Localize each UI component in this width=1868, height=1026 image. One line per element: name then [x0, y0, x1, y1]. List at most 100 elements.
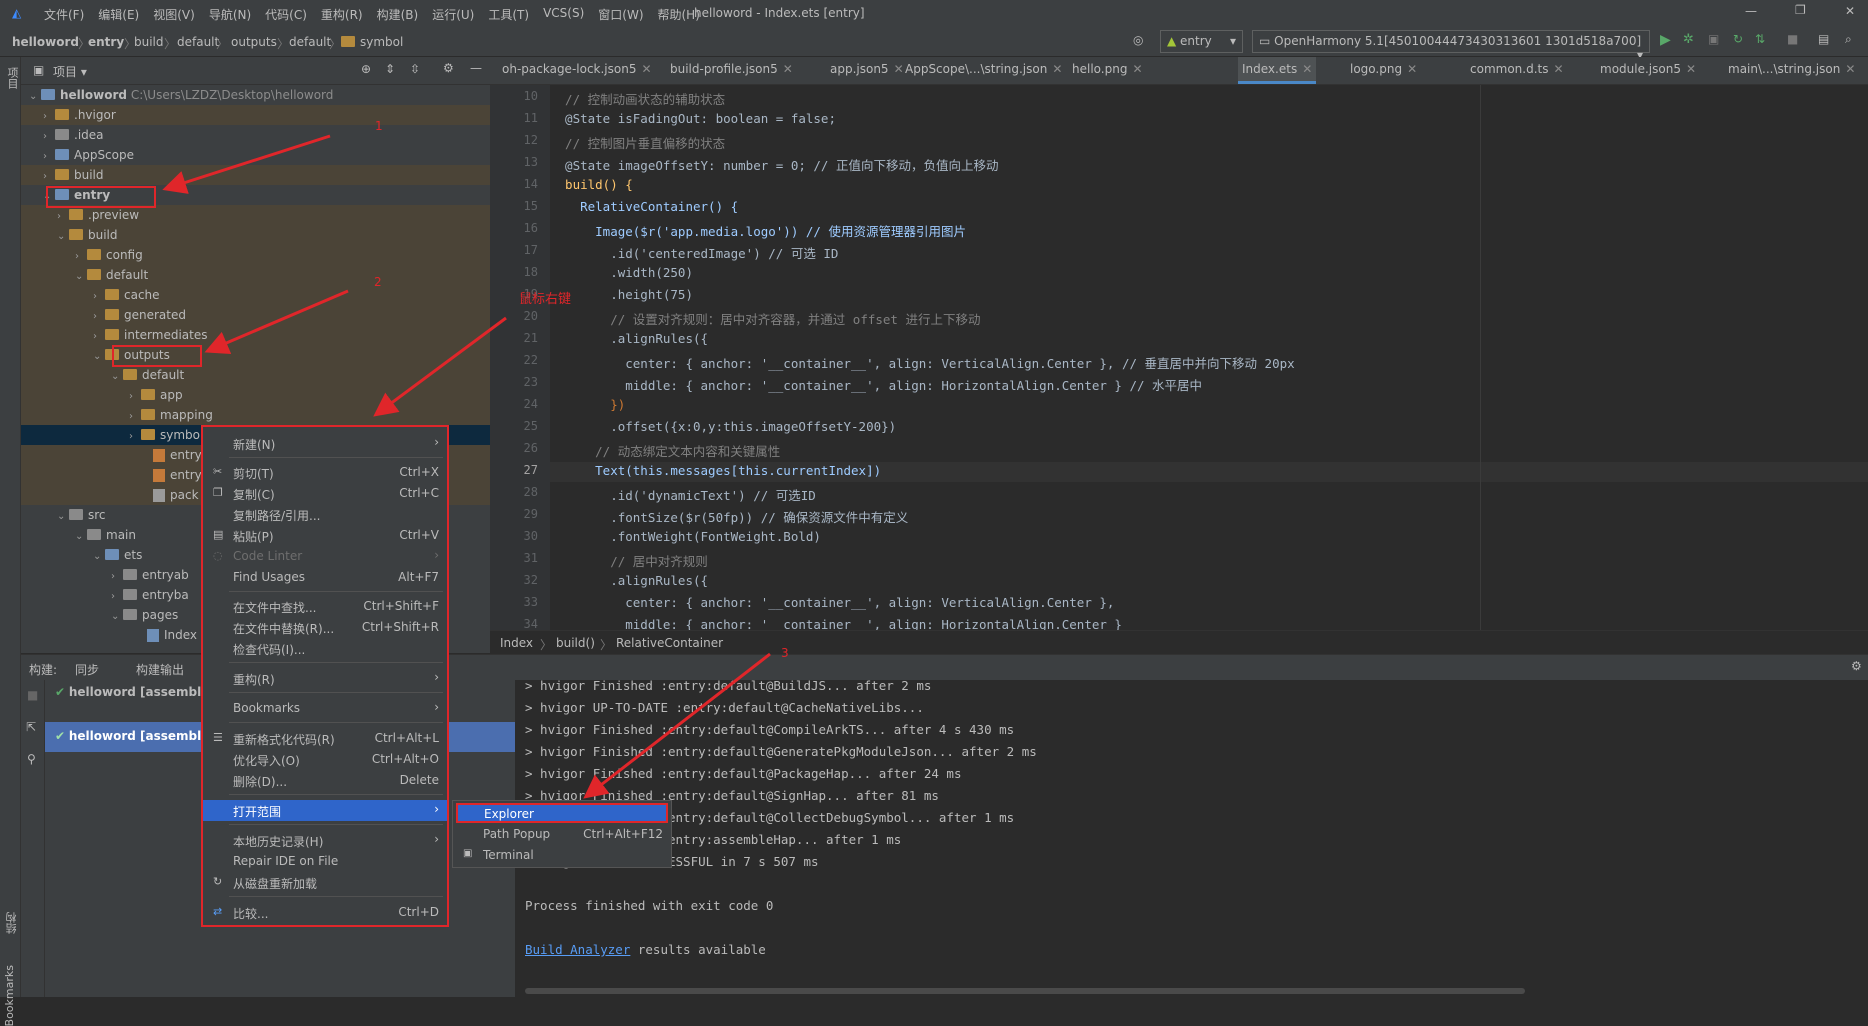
close-icon[interactable]: ✕: [1845, 62, 1855, 76]
close-icon[interactable]: ✕: [1132, 62, 1142, 76]
tool-bookmarks[interactable]: Bookmarks: [3, 965, 16, 1026]
tab-main-string[interactable]: main\...\string.json ✕: [1728, 62, 1855, 76]
tree-row[interactable]: › mapping: [21, 405, 490, 425]
tab-hello-png[interactable]: hello.png ✕: [1072, 62, 1143, 76]
close-icon[interactable]: ✕: [1407, 62, 1417, 76]
pin-icon[interactable]: ⚲: [27, 752, 36, 766]
tab-index-ets[interactable]: Index.ets ✕: [1238, 57, 1317, 84]
debug-icon[interactable]: ✲: [1683, 32, 1694, 47]
tab-common-dts[interactable]: common.d.ts ✕: [1470, 62, 1564, 76]
breadcrumb-default2[interactable]: default: [289, 35, 331, 49]
menu-refactor[interactable]: 重构(R): [321, 6, 363, 23]
menu-item-repair-ide[interactable]: Repair IDE on File: [203, 851, 447, 872]
tree-row-outputs[interactable]: ⌄ outputs: [21, 345, 490, 365]
menu-code[interactable]: 代码(C): [265, 6, 307, 23]
tool-structure[interactable]: 结构: [4, 912, 20, 934]
menu-item-paste[interactable]: ▤ 粘贴(P) Ctrl+V: [203, 525, 447, 546]
tree-row[interactable]: › AppScope: [21, 145, 490, 165]
submenu-item-path-popup[interactable]: Path Popup Ctrl+Alt+F12: [453, 824, 671, 844]
close-icon[interactable]: ✕: [1686, 62, 1696, 76]
code-editor[interactable]: // 控制动画状态的辅助状态 @State isFadingOut: boole…: [550, 85, 1868, 630]
stop-icon[interactable]: ■: [27, 688, 38, 702]
stop-icon[interactable]: ■: [1787, 32, 1798, 46]
menu-vcs[interactable]: VCS(S): [543, 6, 584, 23]
tree-row[interactable]: ⌄ build: [21, 225, 490, 245]
menu-item-replace-in-files[interactable]: 在文件中替换(R)... Ctrl+Shift+R: [203, 617, 447, 638]
menu-item-reload-from-disk[interactable]: ↻ 从磁盘重新加载: [203, 872, 447, 893]
tab-sync[interactable]: 同步: [75, 661, 99, 678]
module-select[interactable]: ▲ entry ▾: [1160, 30, 1243, 53]
menu-item-local-history[interactable]: 本地历史记录(H) ›: [203, 830, 447, 851]
submenu-item-terminal[interactable]: ▣ Terminal: [453, 845, 671, 865]
maximize-icon[interactable]: ❐: [1795, 3, 1806, 17]
horizontal-scrollbar[interactable]: [525, 988, 1525, 994]
crumb-index[interactable]: Index: [500, 636, 533, 650]
breadcrumb-project[interactable]: helloword: [12, 35, 79, 49]
menu-item-open-in[interactable]: 打开范围 ›: [203, 800, 447, 821]
collapse-all-icon[interactable]: ⇳: [410, 62, 420, 76]
build-console[interactable]: > hvigor Finished :entry:default@BuildJS…: [515, 678, 1868, 997]
close-icon[interactable]: ✕: [1845, 4, 1855, 18]
breadcrumb-entry[interactable]: entry: [88, 35, 124, 49]
crumb-build[interactable]: build(): [556, 636, 595, 650]
build-analyzer-link[interactable]: Build Analyzer: [525, 942, 630, 957]
breadcrumb-outputs[interactable]: outputs: [231, 35, 277, 49]
close-icon[interactable]: ✕: [641, 62, 651, 76]
run-icon[interactable]: ▶: [1660, 32, 1671, 48]
menu-item-code-linter[interactable]: ◌ Code Linter ›: [203, 546, 447, 567]
menu-view[interactable]: 视图(V): [153, 6, 195, 23]
tree-row[interactable]: › .preview: [21, 205, 490, 225]
tab-oh-package-lock[interactable]: oh-package-lock.json5 ✕: [502, 62, 652, 76]
hide-icon[interactable]: —: [470, 61, 482, 75]
tab-app-json5[interactable]: app.json5 ✕: [830, 62, 904, 76]
tree-row[interactable]: › config: [21, 245, 490, 265]
menu-navigate[interactable]: 导航(N): [209, 6, 251, 23]
tab-module-json5[interactable]: module.json5 ✕: [1600, 62, 1696, 76]
close-icon[interactable]: ✕: [1302, 62, 1312, 76]
rerun-icon[interactable]: ↻: [1733, 32, 1743, 46]
close-icon[interactable]: ✕: [783, 62, 793, 76]
tree-row[interactable]: › cache: [21, 285, 490, 305]
close-icon[interactable]: ✕: [1052, 62, 1062, 76]
tab-logo-png[interactable]: logo.png ✕: [1350, 62, 1417, 76]
menu-item-find-usages[interactable]: Find Usages Alt+F7: [203, 567, 447, 588]
menu-tools[interactable]: 工具(T): [488, 6, 529, 23]
apply-changes-icon[interactable]: ⇅: [1755, 32, 1765, 46]
tab-build-profile[interactable]: build-profile.json5 ✕: [670, 62, 793, 76]
locate-icon[interactable]: ⊕: [361, 62, 371, 76]
breadcrumb-default[interactable]: default: [177, 35, 219, 49]
menu-item-refactor[interactable]: 重构(R) ›: [203, 668, 447, 689]
tree-row[interactable]: › app: [21, 385, 490, 405]
menu-item-inspect-code[interactable]: 检查代码(I)...: [203, 638, 447, 659]
breadcrumb-symbol[interactable]: symbol: [341, 35, 403, 49]
gear-icon[interactable]: ⚙: [443, 61, 454, 75]
menu-edit[interactable]: 编辑(E): [98, 6, 139, 23]
menu-window[interactable]: 窗口(W): [598, 6, 643, 23]
menu-item-find-in-files[interactable]: 在文件中查找... Ctrl+Shift+F: [203, 596, 447, 617]
expand-all-icon[interactable]: ⇕: [385, 62, 395, 76]
attach-icon[interactable]: ▣: [1708, 32, 1719, 46]
target-icon[interactable]: ◎: [1133, 33, 1143, 47]
project-view-select[interactable]: 项目 ▾: [53, 63, 87, 80]
tree-row[interactable]: › .hvigor: [21, 105, 490, 125]
minimize-icon[interactable]: —: [1745, 4, 1757, 18]
gear-icon[interactable]: ⚙: [1851, 659, 1862, 673]
breadcrumb-build[interactable]: build: [134, 35, 164, 49]
menu-item-copy[interactable]: ❐ 复制(C) Ctrl+C: [203, 483, 447, 504]
tree-row[interactable]: ⌄ default: [21, 365, 490, 385]
crumb-relativecontainer[interactable]: RelativeContainer: [616, 636, 723, 650]
menu-item-optimize-imports[interactable]: 优化导入(O) Ctrl+Alt+O: [203, 749, 447, 770]
tab-build-output[interactable]: 构建输出: [136, 661, 184, 678]
menu-item-bookmarks[interactable]: Bookmarks ›: [203, 698, 447, 719]
menu-item-delete[interactable]: 删除(D)... Delete: [203, 770, 447, 791]
tree-row[interactable]: › .idea: [21, 125, 490, 145]
tree-row[interactable]: › generated: [21, 305, 490, 325]
tool-project[interactable]: 项目: [4, 67, 20, 89]
tab-appscope-string[interactable]: AppScope\...\string.json ✕: [905, 62, 1062, 76]
menu-item-copy-path[interactable]: 复制路径/引用...: [203, 504, 447, 525]
close-icon[interactable]: ✕: [1553, 62, 1563, 76]
tree-row[interactable]: ⌄ default: [21, 265, 490, 285]
menu-item-new[interactable]: 新建(N) ›: [203, 433, 447, 454]
device-select[interactable]: ▭ OpenHarmony 5.1[45010044473430313601 1…: [1252, 30, 1650, 62]
menu-build[interactable]: 构建(B): [377, 6, 419, 23]
